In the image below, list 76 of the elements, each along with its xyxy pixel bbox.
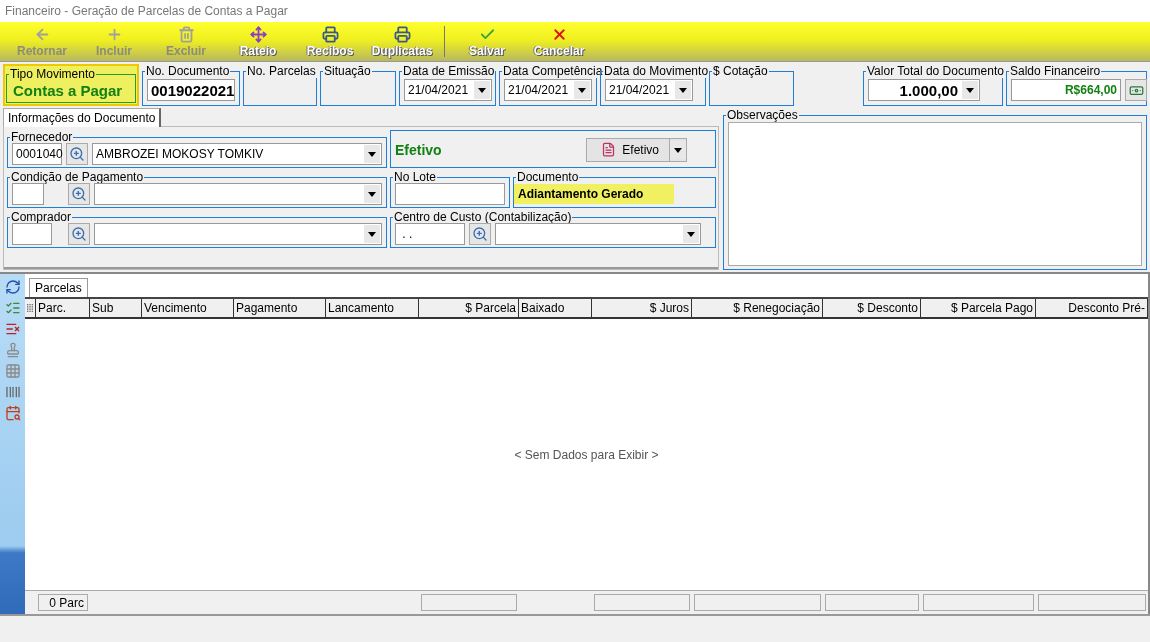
printer-icon [393,25,411,43]
field-label: Centro de Custo (Contabilização) [393,210,573,224]
field-label: No. Parcelas [246,64,317,78]
field-label: Data de Emissão [402,64,496,78]
supplier-code-field[interactable]: 0001040 [12,143,62,165]
column-header[interactable]: $ Parcela [419,299,519,317]
supplier-dropdown[interactable]: AMBROZEI MOKOSY TOMKIV [92,143,382,165]
field-label: Data do Movimento [603,64,710,78]
column-header[interactable]: Baixado [519,299,592,317]
document-icon [601,142,617,157]
field-label: No Lote [393,170,438,184]
payment-condition-dropdown[interactable] [94,183,382,205]
payment-code-field[interactable] [12,183,44,205]
calendar-search-icon[interactable] [4,405,21,421]
field-label: Valor Total do Documento [866,64,1005,78]
balance-field: R$664,00 [1011,79,1121,101]
column-header[interactable]: Parc. [36,299,90,317]
checklist-icon[interactable] [4,300,21,316]
zoom-in-icon [71,186,87,202]
lookup-button[interactable] [68,223,90,245]
cost-center-dropdown[interactable] [495,223,701,245]
column-header[interactable]: Vencimento [142,299,234,317]
lookup-button[interactable] [469,223,491,245]
column-header[interactable]: $ Renegociação [692,299,823,317]
total-value-dropdown[interactable]: 1.000,00 [868,79,980,101]
date-dropdown[interactable]: 21/04/2021 [605,79,693,101]
field-label: Tipo Movimento [9,67,96,81]
tab[interactable]: Parcelas [29,278,88,297]
window-title: Financeiro - Geração de Parcelas de Contas a Pagar [0,0,1150,22]
grid-icon[interactable] [4,363,21,379]
date-dropdown[interactable]: 21/04/2021 [404,79,492,101]
lookup-button[interactable] [68,183,90,205]
zoom-in-icon [71,226,87,242]
field-label: Data Competência [502,64,604,78]
field-label: Saldo Financeiro [1009,64,1102,78]
movement-type: Contas a Pagar [12,81,124,101]
batch-field[interactable] [395,183,505,205]
field-label: $ Cotação [712,64,769,78]
refresh-icon[interactable] [4,279,21,295]
stamp-icon[interactable] [4,342,21,358]
barcode-icon[interactable] [4,384,21,400]
buyer-dropdown[interactable] [94,223,382,245]
field-label: Documento [516,170,580,184]
column-header[interactable]: $ Juros [592,299,692,317]
tab[interactable]: Informações do Documento [3,108,162,127]
count-label: 0 Parc [38,594,88,611]
field-label: Fornecedor [10,130,74,144]
column-chooser-icon[interactable] [25,299,36,317]
column-header[interactable]: Sub [90,299,142,317]
column-header[interactable]: Lancamento [326,299,419,317]
field-label: Comprador [10,210,73,224]
field-label: Condição de Pagamento [10,170,145,184]
trash-icon [177,25,195,43]
balance-button[interactable] [1125,79,1147,101]
field-label: Observações [726,108,799,122]
status-split-button[interactable]: Efetivo [586,137,687,162]
buyer-code-field[interactable] [12,223,52,245]
column-header[interactable]: $ Parcela Pago [921,299,1036,317]
move-arrows-icon [249,25,267,43]
empty-message: < Sem Dados para Exibir > [514,447,659,462]
list-remove-icon[interactable] [4,321,21,337]
field-label: No. Documento [145,64,231,78]
cost-center-code-field[interactable]: . . [395,223,465,245]
notes-field[interactable] [728,122,1142,266]
column-header[interactable]: Pagamento [234,299,326,317]
column-header[interactable]: $ Desconto [823,299,921,317]
printer-icon [321,25,339,43]
column-header[interactable]: Desconto Pré- [1036,299,1148,317]
field-label: Situação [323,64,372,78]
zoom-in-icon [69,146,85,162]
document-number-field[interactable]: 0019022021 [147,79,235,101]
status-value: Efetivo [395,141,443,158]
date-dropdown[interactable]: 21/04/2021 [504,79,592,101]
zoom-in-icon [472,226,488,242]
lookup-button[interactable] [66,143,88,165]
document-status: Adiantamento Gerado [514,184,674,204]
